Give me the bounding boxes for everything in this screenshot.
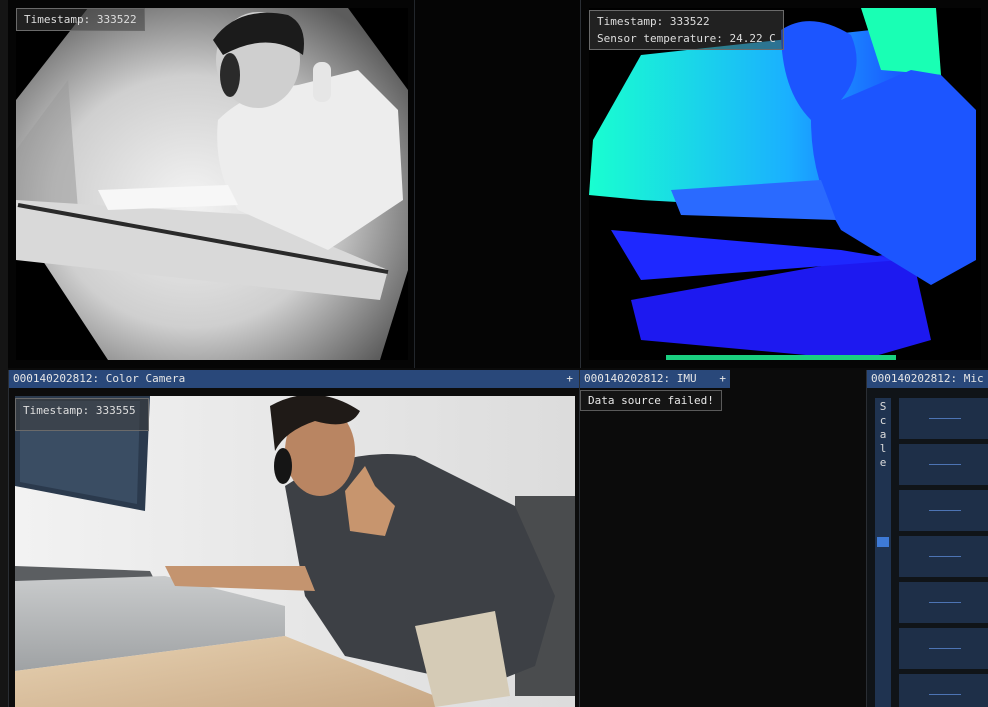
depth-view: Timestamp: 333522 Sensor temperature: 24… xyxy=(580,0,988,368)
mic-window: 000140202812: Mic S c a l e xyxy=(866,370,988,707)
expand-icon[interactable]: + xyxy=(719,370,726,388)
divider xyxy=(414,0,581,368)
color-image xyxy=(15,396,575,707)
mic-channel-plot xyxy=(899,674,988,707)
ir-view: Timestamp: 333522 xyxy=(8,0,414,368)
imu-title: 000140202812: IMU xyxy=(584,372,697,385)
scale-slider-handle[interactable] xyxy=(877,537,889,547)
waveform xyxy=(929,464,961,465)
scale-slider[interactable]: S c a l e xyxy=(875,398,891,707)
mic-titlebar[interactable]: 000140202812: Mic xyxy=(867,370,988,388)
waveform xyxy=(929,510,961,511)
ir-timestamp: Timestamp: 333522 xyxy=(16,8,145,31)
mic-channel-plot xyxy=(899,490,988,531)
color-timestamp: Timestamp: 333555 xyxy=(15,398,149,431)
mic-channel-plot xyxy=(899,444,988,485)
sensor-temperature: Sensor temperature: 24.22 C xyxy=(597,32,776,45)
imu-titlebar[interactable]: 000140202812: IMU + xyxy=(580,370,730,388)
color-camera-window: 000140202812: Color Camera + Timestamp: … xyxy=(8,370,580,707)
color-camera-title: 000140202812: Color Camera xyxy=(13,372,186,385)
color-camera-titlebar[interactable]: 000140202812: Color Camera + xyxy=(9,370,579,388)
waveform xyxy=(929,648,961,649)
depth-info: Timestamp: 333522 Sensor temperature: 24… xyxy=(589,10,784,50)
waveform xyxy=(929,556,961,557)
scale-label: S c a l e xyxy=(879,400,887,469)
depth-timestamp: Timestamp: 333522 xyxy=(597,15,710,28)
mic-channel-plot xyxy=(899,398,988,439)
imu-window: 000140202812: IMU + Data source failed! xyxy=(580,370,866,707)
waveform xyxy=(929,418,961,419)
ir-image xyxy=(16,8,408,360)
depth-image xyxy=(589,8,981,360)
mic-channel-plot xyxy=(899,536,988,577)
waveform xyxy=(929,602,961,603)
mic-channel-plot xyxy=(899,628,988,669)
waveform xyxy=(929,694,961,695)
mic-title: 000140202812: Mic xyxy=(871,372,984,385)
divider xyxy=(0,0,8,707)
expand-icon[interactable]: + xyxy=(566,370,573,388)
mic-channel-plot xyxy=(899,582,988,623)
imu-error-message: Data source failed! xyxy=(580,390,722,411)
